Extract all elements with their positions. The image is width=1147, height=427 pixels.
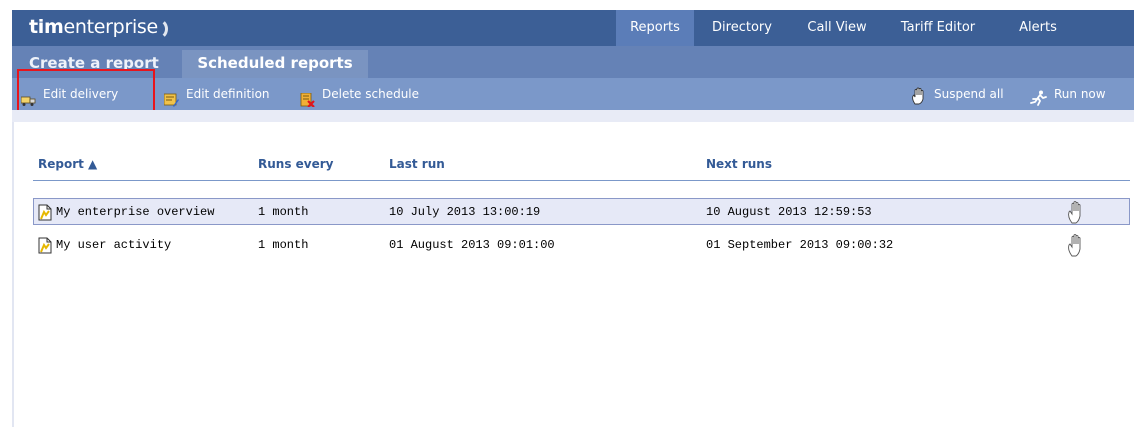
column-header-next-runs[interactable]: Next runs [706, 157, 772, 171]
logo-arc-icon [156, 18, 168, 40]
hand-stop-icon [910, 85, 928, 105]
cell-report-name: My user activity [56, 238, 172, 252]
suspend-hand-icon[interactable] [1065, 233, 1087, 257]
edit-delivery-label: Edit delivery [43, 87, 119, 101]
nav-tab-call-view[interactable]: Call View [790, 10, 884, 46]
content-top-strip [12, 110, 1134, 122]
cell-runs-every: 1 month [258, 238, 309, 252]
suspend-hand-icon[interactable] [1065, 200, 1087, 224]
nav-tab-directory[interactable]: Directory [694, 10, 790, 46]
table-row[interactable]: My enterprise overview 1 month 10 July 2… [33, 198, 1130, 225]
top-nav-bar: timenterprise Reports Directory Call Vie… [12, 10, 1134, 46]
cell-next-runs: 10 August 2013 12:59:53 [706, 205, 872, 219]
main-nav-tabs: Reports Directory Call View Tariff Edito… [616, 10, 1072, 46]
nav-tab-alerts[interactable]: Alerts [992, 10, 1072, 46]
delivery-truck-icon [20, 87, 36, 106]
suspend-all-label: Suspend all [934, 87, 1004, 101]
table-row[interactable]: My user activity 1 month 01 August 2013 … [33, 232, 1130, 259]
cell-last-run: 01 August 2013 09:01:00 [389, 238, 555, 252]
delete-schedule-icon [300, 87, 315, 108]
edit-definition-icon [163, 87, 179, 107]
logo-rest: enterprise [63, 16, 159, 38]
column-header-last-run[interactable]: Last run [389, 157, 445, 171]
cell-report-name: My enterprise overview [56, 205, 215, 219]
delete-schedule-label: Delete schedule [322, 87, 420, 101]
actions-toolbar: Edit delivery Edit definition Delete sch… [12, 78, 1134, 110]
logo-bold: tim [29, 16, 64, 38]
app-logo: timenterprise [29, 16, 168, 40]
run-now-button[interactable]: Run now [1030, 78, 1106, 110]
running-man-icon [1030, 86, 1048, 106]
report-subtabs: Create a report Scheduled reports [12, 46, 1134, 78]
edit-delivery-button[interactable]: Edit delivery [20, 78, 119, 110]
suspend-all-button[interactable]: Suspend all [910, 78, 1004, 110]
cell-last-run: 10 July 2013 13:00:19 [389, 205, 541, 219]
edit-definition-button[interactable]: Edit definition [163, 78, 270, 110]
cell-runs-every: 1 month [258, 205, 309, 219]
nav-tab-reports[interactable]: Reports [616, 10, 694, 46]
nav-tab-tariff-editor[interactable]: Tariff Editor [884, 10, 992, 46]
tab-scheduled-reports[interactable]: Scheduled reports [182, 50, 368, 78]
cell-next-runs: 01 September 2013 09:00:32 [706, 238, 894, 252]
tab-create-report[interactable]: Create a report [12, 50, 180, 78]
delete-schedule-button[interactable]: Delete schedule [300, 78, 419, 110]
content-left-border [12, 122, 14, 427]
schedule-table-header: Report ▲ Runs every Last run Next runs [33, 157, 1130, 181]
edit-definition-label: Edit definition [186, 87, 270, 101]
run-now-label: Run now [1054, 87, 1106, 101]
report-document-icon [38, 204, 52, 221]
column-header-report[interactable]: Report ▲ [38, 157, 97, 171]
column-header-runs-every[interactable]: Runs every [258, 157, 334, 171]
report-document-icon [38, 237, 52, 254]
